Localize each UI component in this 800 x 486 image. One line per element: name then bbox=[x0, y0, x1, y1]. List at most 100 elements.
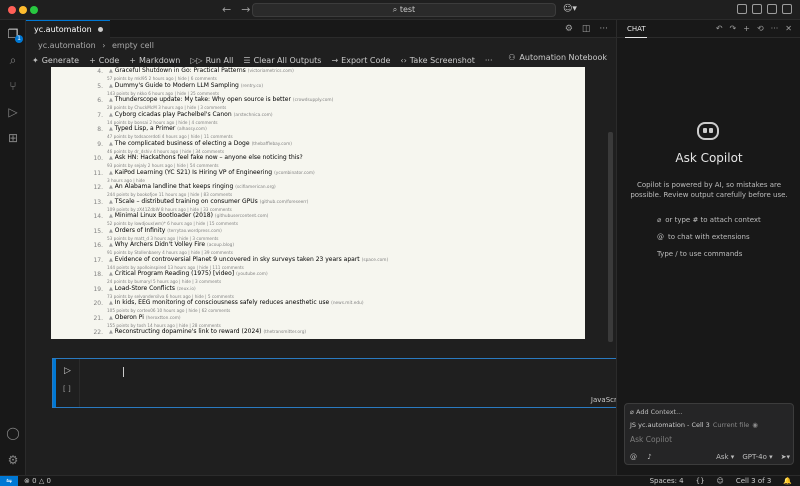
remote-indicator-icon[interactable]: ⇋ bbox=[0, 476, 18, 486]
hn-story-title: In kids, EEG monitoring of consciousness… bbox=[115, 299, 329, 306]
microphone-icon[interactable]: ♪ bbox=[647, 453, 651, 461]
hn-rank: 13. bbox=[77, 199, 103, 206]
notifications-bell-icon[interactable]: 🔔 bbox=[783, 476, 792, 486]
upvote-arrow-icon: ▲ bbox=[109, 83, 113, 89]
history-icon[interactable]: ⟲ bbox=[757, 20, 764, 38]
kernel-settings-icon[interactable]: ⚙ bbox=[565, 24, 573, 34]
toggle-panel-icon[interactable] bbox=[767, 4, 777, 14]
hn-story-item: 12.▲ An Alabama landline that keeps ring… bbox=[51, 183, 585, 198]
tab-chat[interactable]: CHAT bbox=[627, 25, 646, 33]
chat-prompt-input[interactable]: Ask Copilot bbox=[630, 435, 672, 444]
add-markdown-button[interactable]: +Markdown bbox=[129, 56, 180, 65]
take-screenshot-button[interactable]: ‹›Take Screenshot bbox=[400, 56, 474, 65]
hn-story-site: (heroxtton.com) bbox=[146, 316, 181, 321]
upvote-arrow-icon: ▲ bbox=[109, 112, 113, 118]
run-cell-icon[interactable]: ▷ bbox=[64, 366, 71, 376]
hn-story-title: Critical Program Reading (1975) [video] bbox=[115, 270, 234, 277]
hn-story-item: 8.▲ Typed Lisp, a Primer(alhassy.com)47 … bbox=[51, 125, 585, 140]
toggle-secondary-sidebar-icon[interactable] bbox=[782, 4, 792, 14]
source-control-icon[interactable]: ⑂ bbox=[5, 78, 21, 94]
hn-story-title: The complicated business of electing a D… bbox=[115, 140, 250, 147]
eye-icon[interactable]: ◉ bbox=[752, 421, 758, 429]
upvote-arrow-icon: ▲ bbox=[109, 170, 113, 176]
add-context-button[interactable]: ⌀ Add Context... bbox=[630, 408, 682, 416]
language-braces-icon[interactable]: {} bbox=[696, 476, 705, 486]
toggle-sidebar-icon[interactable] bbox=[752, 4, 762, 14]
current-file-label: Current file bbox=[713, 421, 749, 429]
export-code-button[interactable]: →Export Code bbox=[331, 56, 390, 65]
undo-icon[interactable]: ↶ bbox=[716, 20, 723, 38]
more-actions-icon[interactable]: ··· bbox=[599, 24, 608, 34]
hn-rank: 5. bbox=[77, 83, 103, 90]
hn-story-subtext: 24 points by bumaryl 5 hours ago | hide … bbox=[107, 279, 585, 284]
new-chat-icon[interactable]: + bbox=[743, 20, 750, 38]
send-icon[interactable]: ➤▾ bbox=[781, 453, 790, 461]
chat-more-icon[interactable]: ··· bbox=[771, 20, 779, 38]
breadcrumb: yc.automation › empty cell bbox=[26, 38, 616, 53]
extensions-icon[interactable]: ⊞ bbox=[5, 130, 21, 146]
minimize-window-button[interactable] bbox=[19, 6, 27, 14]
toolbar-more-button[interactable]: ··· bbox=[485, 56, 493, 65]
hn-story-subtext: 93 points by sejaly 2 hours ago | hide |… bbox=[107, 163, 585, 168]
add-code-button[interactable]: +Code bbox=[89, 56, 119, 65]
breadcrumb-cell[interactable]: empty cell bbox=[112, 41, 154, 50]
execution-count: [ ] bbox=[63, 385, 71, 393]
editor-scrollbar[interactable] bbox=[608, 132, 613, 342]
hn-story-title: KaiPod Learning (YC S21) Is Hiring VP of… bbox=[115, 169, 272, 176]
redo-icon[interactable]: ↷ bbox=[730, 20, 737, 38]
indentation-indicator[interactable]: Spaces: 4 bbox=[650, 476, 684, 486]
clear-icon: ☰ bbox=[243, 56, 250, 65]
code-cell[interactable]: ▷ [ ] JavaScript bbox=[52, 358, 630, 408]
error-count: 0 bbox=[32, 477, 36, 485]
hn-rank: 14. bbox=[77, 213, 103, 220]
split-editor-icon[interactable]: ◫ bbox=[582, 24, 591, 34]
upvote-arrow-icon: ▲ bbox=[109, 199, 113, 205]
upvote-arrow-icon: ▲ bbox=[109, 271, 113, 277]
command-center-search[interactable]: ⌕ test bbox=[252, 3, 556, 17]
hn-story-site: (ycombinator.com) bbox=[274, 171, 315, 176]
warning-icon: △ bbox=[39, 477, 44, 485]
cell-code-input[interactable]: JavaScript bbox=[79, 359, 630, 407]
mention-icon[interactable]: @ bbox=[630, 453, 637, 461]
current-file-chip[interactable]: JS yc.automation - Cell 3Current file◉ bbox=[630, 421, 758, 429]
breadcrumb-file[interactable]: yc.automation bbox=[38, 41, 96, 50]
clear-outputs-button[interactable]: ☰Clear All Outputs bbox=[243, 56, 321, 65]
hn-story-title: Orders of Infinity bbox=[115, 227, 166, 234]
js-file-icon: JS bbox=[630, 421, 638, 429]
account-icon[interactable]: ◯ bbox=[5, 425, 21, 441]
generate-button[interactable]: ✦Generate bbox=[32, 56, 79, 65]
hn-story-item: 5.▲ Dummy's Guide to Modern LLM Sampling… bbox=[51, 82, 585, 97]
search-icon[interactable]: ⌕ bbox=[5, 52, 21, 68]
problems-indicator[interactable]: ⊗ 0 △ 0 bbox=[24, 476, 51, 486]
close-window-button[interactable] bbox=[8, 6, 16, 14]
hint-commands-text: Type / to use commands bbox=[657, 250, 742, 258]
explorer-badge: 1 bbox=[15, 35, 23, 43]
run-all-button[interactable]: ▷▷Run All bbox=[190, 56, 233, 65]
hn-story-item: 15.▲ Orders of Infinity(terrytao.wordpre… bbox=[51, 227, 585, 242]
close-panel-icon[interactable]: ✕ bbox=[785, 20, 792, 38]
explorer-icon[interactable]: ❐1 bbox=[5, 26, 21, 42]
hn-rank: 15. bbox=[77, 228, 103, 235]
cell-position-indicator[interactable]: Cell 3 of 3 bbox=[736, 476, 771, 486]
settings-gear-icon[interactable]: ⚙ bbox=[5, 452, 21, 468]
maximize-window-button[interactable] bbox=[30, 6, 38, 14]
hn-rank: 10. bbox=[77, 155, 103, 162]
chat-input-controls: Ask ▾ GPT-4o ▾ ➤▾ bbox=[716, 453, 790, 461]
hn-story-item: 14.▲ Minimal Linux Bootloader (2018)(git… bbox=[51, 212, 585, 227]
hn-rank: 7. bbox=[77, 112, 103, 119]
hn-story-item: 22.▲ Reconstructing dopamine's link to r… bbox=[51, 328, 585, 339]
run-debug-icon[interactable]: ▷ bbox=[5, 104, 21, 120]
hn-story-item: 10.▲ Ask HN: Hackathons feel fake now – … bbox=[51, 154, 585, 169]
kernel-picker[interactable]: ⚇Automation Notebook bbox=[508, 53, 607, 62]
model-picker[interactable]: GPT-4o ▾ bbox=[742, 453, 772, 461]
mode-picker[interactable]: Ask ▾ bbox=[716, 453, 734, 461]
hn-story-item: 13.▲ TScale – distributed training on co… bbox=[51, 198, 585, 213]
run-all-icon: ▷▷ bbox=[190, 56, 202, 65]
chat-input-box[interactable]: ⌀ Add Context... JS yc.automation - Cell… bbox=[624, 403, 794, 465]
tab-yc-automation[interactable]: yc.automation bbox=[26, 20, 110, 38]
status-right: Spaces: 4 {} ☺ Cell 3 of 3 🔔 bbox=[650, 476, 792, 486]
tab-actions: ⚙ ◫ ··· bbox=[565, 24, 608, 34]
layout-customize-icon[interactable] bbox=[737, 4, 747, 14]
copilot-menu-icon[interactable]: ☺▾ bbox=[563, 4, 577, 14]
copilot-status-icon[interactable]: ☺ bbox=[717, 476, 724, 486]
